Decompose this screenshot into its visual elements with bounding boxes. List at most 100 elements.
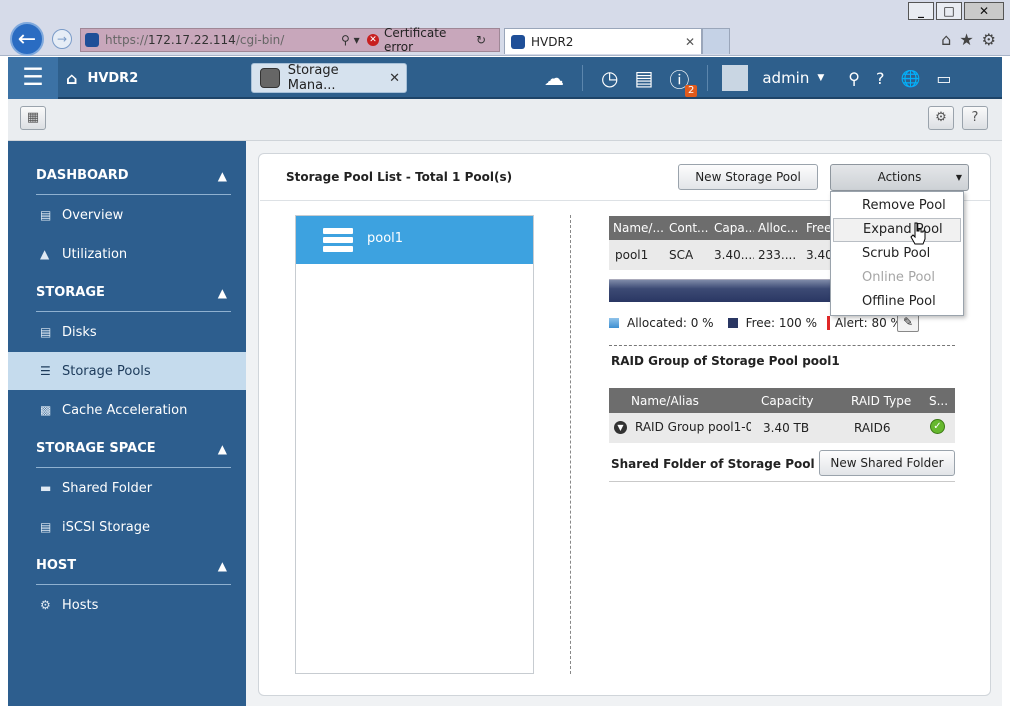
divider	[609, 481, 955, 482]
favorites-star-icon[interactable]: ★	[959, 30, 973, 49]
alert-swatch	[827, 316, 831, 330]
toggle-sidebar-button[interactable]: ▦	[20, 106, 46, 130]
browser-chrome: _ □ ✕ ← → https://172.17.22.114/cgi-bin/…	[0, 0, 1010, 56]
allocated-label: Allocated: 0 %	[627, 316, 714, 330]
pool-list-item[interactable]: pool1	[296, 216, 533, 264]
table-cell: RAID6	[854, 421, 891, 435]
table-header: Name/... Cont... Capa... Alloc... Free..…	[609, 216, 849, 240]
table-row[interactable]: pool1 SCA 3.40.... 233.... 3.40	[609, 240, 849, 270]
divider	[707, 65, 709, 91]
language-globe-icon[interactable]: 🌐	[901, 69, 921, 88]
divider	[609, 345, 955, 346]
close-window-button[interactable]: ✕	[964, 2, 1004, 20]
gear-icon: ⚙	[40, 598, 51, 612]
cloud-icon[interactable]: ☁	[544, 66, 564, 90]
new-storage-pool-button[interactable]: New Storage Pool	[678, 164, 818, 190]
sidebar-section-storage-space[interactable]: STORAGE SPACE ▲	[36, 430, 231, 468]
help-button[interactable]: ?	[962, 106, 988, 130]
qts-toolbar-icons: ☁ ◷ ▤ ⓘ 2 admin ▼ ⚲ ? 🌐 ▭	[536, 57, 960, 99]
main-menu-button[interactable]: ☰	[8, 57, 58, 99]
chevron-up-icon[interactable]: ▲	[218, 157, 227, 195]
disk-icon: ▤	[40, 325, 52, 339]
pool-list	[295, 215, 534, 674]
close-app-icon[interactable]: ✕	[389, 71, 400, 86]
column-header[interactable]: Alloc...	[754, 221, 802, 235]
chevron-up-icon[interactable]: ▲	[218, 274, 227, 312]
menu-item-remove-pool[interactable]: Remove Pool	[833, 194, 961, 218]
pool-icon: ☰	[40, 364, 51, 378]
sidebar-item-storage-pools[interactable]: ☰ Storage Pools	[8, 352, 246, 390]
background-tasks-icon[interactable]: ▤	[634, 66, 653, 90]
actions-button[interactable]: Actions ▼	[830, 164, 969, 191]
column-header[interactable]: S...	[921, 394, 955, 408]
sidebar-section-dashboard[interactable]: DASHBOARD ▲	[36, 157, 231, 195]
new-shared-folder-button[interactable]: New Shared Folder	[819, 450, 955, 476]
notifications-icon[interactable]: ⓘ 2	[669, 64, 698, 97]
column-header[interactable]: Name/...	[609, 221, 665, 235]
free-swatch	[727, 318, 738, 328]
menu-item-offline-pool[interactable]: Offline Pool	[833, 290, 961, 314]
status-ok-icon: ✓	[930, 419, 945, 434]
user-menu[interactable]: admin	[762, 69, 809, 87]
settings-gear-icon[interactable]: ⚙	[982, 30, 996, 49]
site-favicon-icon	[85, 33, 99, 47]
column-header[interactable]: Name/Alias	[609, 394, 751, 408]
search-dropdown-icon[interactable]: ⚲ ▾	[341, 33, 367, 47]
pool-name: pool1	[367, 231, 404, 246]
refresh-icon[interactable]: ↻	[476, 33, 486, 47]
storage-manager-icon	[260, 68, 280, 88]
sidebar-item-utilization[interactable]: ▲ Utilization	[8, 235, 246, 273]
avatar[interactable]	[722, 65, 749, 91]
new-tab-button[interactable]	[702, 28, 730, 54]
close-tab-icon[interactable]: ✕	[685, 35, 695, 49]
chevron-down-icon[interactable]: ▼	[817, 73, 824, 83]
column-header[interactable]: RAID Type	[841, 394, 921, 408]
cert-error-icon[interactable]: ✕	[367, 34, 379, 46]
settings-gear-icon[interactable]: ⚙	[928, 106, 954, 130]
address-url[interactable]: https://172.17.22.114/cgi-bin/	[105, 33, 341, 47]
table-cell: 3.40....	[714, 248, 754, 262]
storage-pool-icon	[323, 228, 353, 252]
raid-group-title: RAID Group of Storage Pool pool1	[611, 354, 840, 368]
table-row[interactable]: ▼ RAID Group pool1-0 3.40 TB RAID6 ✓	[609, 413, 955, 443]
sidebar-section-host[interactable]: HOST ▲	[36, 547, 231, 585]
browser-tools: ⌂ ★ ⚙	[941, 30, 996, 49]
clock-icon[interactable]: ◷	[601, 66, 618, 90]
storage-manager-app-tab[interactable]: Storage Mana... ✕	[251, 63, 407, 93]
column-header[interactable]: Capa...	[710, 221, 754, 235]
address-bar[interactable]: https://172.17.22.114/cgi-bin/ ⚲ ▾ ✕ Cer…	[80, 26, 500, 54]
table-cell: SCA	[669, 248, 694, 262]
column-header[interactable]: Capacity	[751, 394, 841, 408]
chart-icon: ▲	[40, 247, 50, 261]
sidebar-item-iscsi-storage[interactable]: ▤ iSCSI Storage	[8, 508, 246, 546]
sidebar-item-shared-folder[interactable]: ▬ Shared Folder	[8, 469, 246, 507]
forward-button[interactable]: →	[52, 29, 72, 49]
menu-item-expand-pool[interactable]: Expand Pool	[833, 218, 961, 242]
minimize-button[interactable]: _	[908, 2, 934, 20]
sidebar-item-hosts[interactable]: ⚙ Hosts	[8, 586, 246, 624]
sidebar: DASHBOARD ▲ ▤ Overview ▲ Utilization STORAG…	[8, 141, 246, 706]
sidebar-item-cache-acceleration[interactable]: ▩ Cache Acceleration	[8, 391, 246, 429]
qts-top-bar: ☰ ⌂ HVDR2 Storage Mana... ✕ ☁ ◷ ▤ ⓘ 2 adm…	[8, 57, 1002, 99]
search-icon[interactable]: ⚲	[848, 69, 860, 88]
home-nas-button[interactable]: ⌂ HVDR2	[66, 57, 138, 99]
chevron-down-icon[interactable]: ▼	[614, 420, 627, 434]
browser-tab[interactable]: HVDR2 ✕	[504, 28, 702, 54]
certificate-error-label[interactable]: Certificate error	[384, 26, 476, 54]
dashboard-monitor-icon[interactable]: ▭	[936, 69, 951, 88]
alert-label: Alert: 80 %	[835, 316, 902, 330]
sidebar-item-overview[interactable]: ▤ Overview	[8, 196, 246, 234]
raid-group-table: Name/Alias Capacity RAID Type S... ▼ RAID…	[609, 388, 955, 443]
sidebar-item-disks[interactable]: ▤ Disks	[8, 313, 246, 351]
back-button[interactable]: ←	[10, 22, 44, 56]
table-header: Name/Alias Capacity RAID Type S...	[609, 388, 955, 413]
sidebar-section-storage[interactable]: STORAGE ▲	[36, 274, 231, 312]
chevron-up-icon[interactable]: ▲	[218, 430, 227, 468]
chevron-up-icon[interactable]: ▲	[218, 547, 227, 585]
menu-item-scrub-pool[interactable]: Scrub Pool	[833, 242, 961, 266]
maximize-button[interactable]: □	[936, 2, 962, 20]
column-header[interactable]: Cont...	[665, 221, 710, 235]
hand-cursor-icon	[910, 222, 926, 245]
help-icon[interactable]: ?	[876, 69, 885, 88]
home-icon[interactable]: ⌂	[941, 30, 951, 49]
